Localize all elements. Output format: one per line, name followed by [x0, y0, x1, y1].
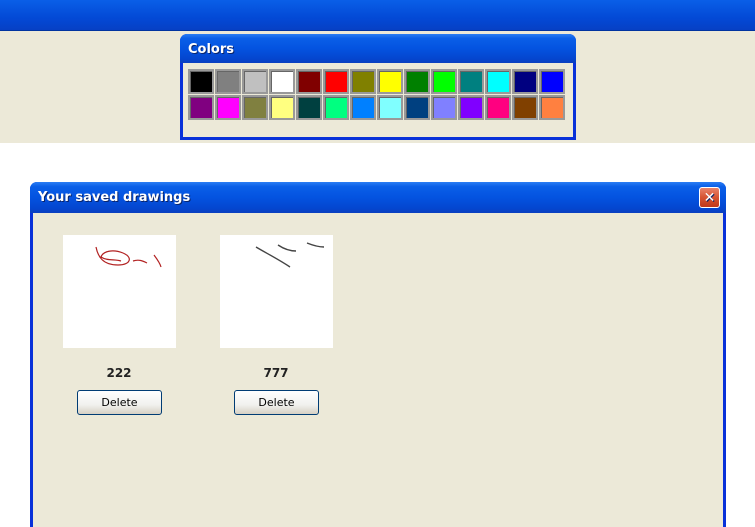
app-top-bar	[0, 0, 755, 31]
color-swatch[interactable]	[512, 69, 538, 94]
drawing-stroke	[306, 242, 325, 248]
drawing-thumbnail[interactable]	[63, 235, 176, 348]
color-swatch[interactable]	[215, 95, 241, 120]
color-swatch[interactable]	[323, 95, 349, 120]
color-swatch[interactable]	[242, 95, 268, 120]
saved-drawings-title: Your saved drawings	[38, 190, 191, 205]
drawing-card: 222 Delete	[63, 235, 177, 415]
saved-drawings-window: Your saved drawings ✕ 222 Delete 777 Del…	[30, 182, 726, 527]
color-swatch[interactable]	[188, 95, 214, 120]
color-swatch[interactable]	[458, 95, 484, 120]
color-swatch[interactable]	[242, 69, 268, 94]
drawing-stroke	[277, 244, 297, 252]
color-swatch[interactable]	[539, 95, 565, 120]
close-icon[interactable]: ✕	[699, 187, 720, 208]
color-swatch[interactable]	[296, 69, 322, 94]
drawing-strokes	[95, 246, 162, 268]
color-swatch[interactable]	[485, 69, 511, 94]
drawing-card: 777 Delete	[220, 235, 334, 415]
color-swatch[interactable]	[296, 95, 322, 120]
drawing-strokes	[255, 242, 325, 268]
color-swatch[interactable]	[404, 69, 430, 94]
color-swatch[interactable]	[404, 95, 430, 120]
color-palette	[188, 69, 565, 120]
color-swatch[interactable]	[377, 69, 403, 94]
color-swatch[interactable]	[350, 69, 376, 94]
delete-button[interactable]: Delete	[77, 390, 162, 415]
saved-drawings-title-bar: Your saved drawings ✕	[30, 182, 726, 213]
drawing-stroke	[95, 246, 130, 266]
color-swatch[interactable]	[458, 69, 484, 94]
colors-window-body	[183, 63, 573, 137]
color-swatch[interactable]	[512, 95, 538, 120]
color-swatch[interactable]	[215, 69, 241, 94]
color-swatch[interactable]	[269, 69, 295, 94]
color-swatch[interactable]	[323, 69, 349, 94]
drawing-thumbnail[interactable]	[220, 235, 333, 348]
drawing-name: 777	[263, 366, 289, 380]
colors-window: Colors	[180, 34, 576, 140]
drawing-stroke	[255, 246, 291, 268]
color-swatch[interactable]	[269, 95, 295, 120]
saved-drawings-body: 222 Delete 777 Delete	[33, 213, 723, 527]
color-swatch[interactable]	[431, 95, 457, 120]
drawing-stroke	[132, 259, 148, 264]
colors-window-title: Colors	[180, 34, 576, 63]
color-swatch[interactable]	[431, 69, 457, 94]
color-swatch[interactable]	[188, 69, 214, 94]
color-swatch[interactable]	[377, 95, 403, 120]
color-swatch[interactable]	[485, 95, 511, 120]
drawing-stroke	[153, 254, 162, 268]
drawing-name: 222	[106, 366, 132, 380]
color-swatch[interactable]	[350, 95, 376, 120]
delete-button[interactable]: Delete	[234, 390, 319, 415]
color-swatch[interactable]	[539, 69, 565, 94]
